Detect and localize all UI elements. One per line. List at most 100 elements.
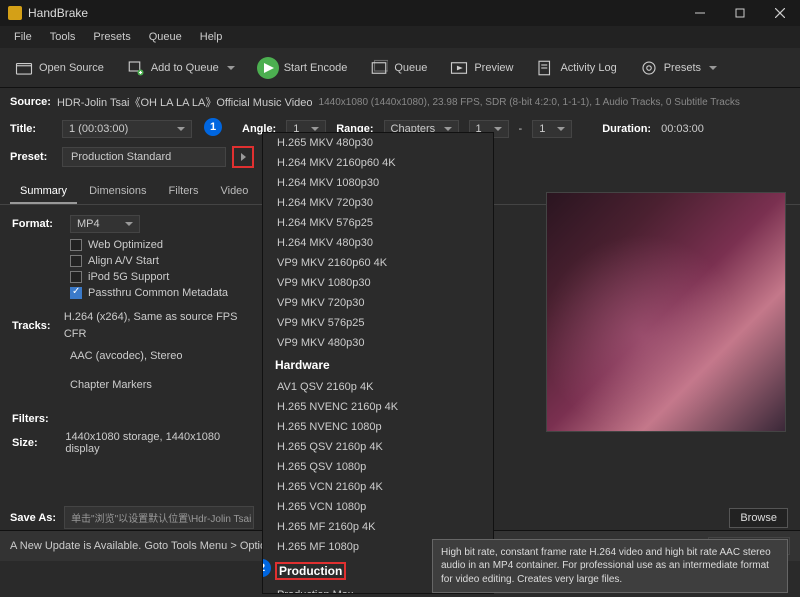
align-av-row[interactable]: Align A/V Start bbox=[70, 255, 242, 267]
preview-label: Preview bbox=[474, 62, 513, 74]
add-to-queue-button[interactable]: Add to Queue bbox=[118, 55, 243, 81]
tab-summary[interactable]: Summary bbox=[10, 180, 77, 204]
preset-item[interactable]: H.264 MKV 480p30 bbox=[263, 233, 493, 253]
chevron-down-icon bbox=[444, 127, 452, 131]
tracks-line1: H.264 (x264), Same as source FPS CFR bbox=[64, 309, 242, 342]
add-to-queue-label: Add to Queue bbox=[151, 62, 219, 74]
menubar: File Tools Presets Queue Help bbox=[0, 26, 800, 48]
presets-label: Presets bbox=[664, 62, 701, 74]
annotation-badge-2: 2 bbox=[262, 559, 271, 577]
tab-video[interactable]: Video bbox=[210, 180, 258, 204]
preset-value: Production Standard bbox=[71, 151, 171, 163]
tracks-label: Tracks: bbox=[12, 320, 64, 332]
preview-icon bbox=[449, 59, 469, 77]
dash-separator: - bbox=[519, 123, 523, 135]
duration-value: 00:03:00 bbox=[661, 123, 704, 135]
window-controls bbox=[680, 0, 800, 26]
open-source-button[interactable]: Open Source bbox=[6, 55, 112, 81]
chevron-down-icon bbox=[311, 127, 319, 131]
preview-button[interactable]: Preview bbox=[441, 55, 521, 81]
preset-item[interactable]: VP9 MKV 480p30 bbox=[263, 333, 493, 353]
preset-item[interactable]: H.265 VCN 1080p bbox=[263, 497, 493, 517]
title-dropdown[interactable]: 1 (00:03:00) bbox=[62, 120, 192, 138]
format-dropdown[interactable]: MP4 bbox=[70, 215, 140, 233]
preset-item[interactable]: H.264 MKV 1080p30 bbox=[263, 173, 493, 193]
presets-icon bbox=[639, 59, 659, 77]
preset-item[interactable]: H.265 QSV 1080p bbox=[263, 457, 493, 477]
chapter-end-dropdown[interactable]: 1 bbox=[532, 120, 572, 138]
browse-button[interactable]: Browse bbox=[729, 508, 788, 528]
preset-dropdown[interactable]: Production Standard bbox=[62, 147, 226, 167]
passthru-checkbox[interactable] bbox=[70, 287, 82, 299]
start-encode-button[interactable]: Start Encode bbox=[249, 53, 356, 83]
preset-item[interactable]: H.265 NVENC 2160p 4K bbox=[263, 397, 493, 417]
menu-queue[interactable]: Queue bbox=[141, 29, 190, 45]
chevron-down-icon bbox=[709, 66, 717, 70]
start-encode-label: Start Encode bbox=[284, 62, 348, 74]
preset-item[interactable]: H.265 VCN 2160p 4K bbox=[263, 477, 493, 497]
menu-tools[interactable]: Tools bbox=[42, 29, 84, 45]
web-optimized-checkbox[interactable] bbox=[70, 239, 82, 251]
maximize-button[interactable] bbox=[720, 0, 760, 26]
hardware-header: Hardware bbox=[263, 353, 493, 377]
queue-add-icon bbox=[126, 59, 146, 77]
passthru-row[interactable]: Passthru Common Metadata bbox=[70, 287, 242, 299]
preset-item[interactable]: H.264 MKV 2160p60 4K bbox=[263, 153, 493, 173]
preset-item[interactable]: VP9 MKV 2160p60 4K bbox=[263, 253, 493, 273]
menu-help[interactable]: Help bbox=[192, 29, 231, 45]
play-icon bbox=[257, 57, 279, 79]
tab-filters[interactable]: Filters bbox=[159, 180, 209, 204]
preset-item[interactable]: VP9 MKV 1080p30 bbox=[263, 273, 493, 293]
tracks-line3: Chapter Markers bbox=[70, 377, 242, 394]
titlebar: HandBrake bbox=[0, 0, 800, 26]
menu-file[interactable]: File bbox=[6, 29, 40, 45]
chevron-down-icon bbox=[125, 222, 133, 226]
save-as-input[interactable]: 单击"浏览"以设置默认位置\Hdr-Jolin Tsai《Oh La... bbox=[64, 506, 254, 529]
preset-item[interactable]: VP9 MKV 720p30 bbox=[263, 293, 493, 313]
preset-expand-highlight[interactable] bbox=[232, 146, 254, 168]
queue-label: Queue bbox=[394, 62, 427, 74]
folder-icon bbox=[14, 59, 34, 77]
preset-item[interactable]: VP9 MKV 576p25 bbox=[263, 313, 493, 333]
activity-log-button[interactable]: Activity Log bbox=[527, 55, 624, 81]
ipod-row[interactable]: iPod 5G Support bbox=[70, 271, 242, 283]
chevron-down-icon bbox=[557, 127, 565, 131]
minimize-button[interactable] bbox=[680, 0, 720, 26]
format-label: Format: bbox=[12, 218, 70, 230]
chevron-down-icon bbox=[177, 127, 185, 131]
preset-item[interactable]: H.265 QSV 2160p 4K bbox=[263, 437, 493, 457]
filters-label: Filters: bbox=[12, 413, 70, 425]
chevron-down-icon bbox=[227, 66, 235, 70]
queue-button[interactable]: Queue bbox=[361, 55, 435, 81]
align-av-checkbox[interactable] bbox=[70, 255, 82, 267]
activity-log-label: Activity Log bbox=[560, 62, 616, 74]
preset-label: Preset: bbox=[10, 151, 52, 163]
preset-item[interactable]: H.265 MKV 480p30 bbox=[263, 133, 493, 153]
app-icon bbox=[8, 6, 22, 20]
preset-item[interactable]: AV1 QSV 2160p 4K bbox=[263, 377, 493, 397]
preset-item[interactable]: H.264 MKV 720p30 bbox=[263, 193, 493, 213]
toolbar: Open Source Add to Queue Start Encode Qu… bbox=[0, 48, 800, 88]
web-optimized-row[interactable]: Web Optimized bbox=[70, 239, 242, 251]
menu-presets[interactable]: Presets bbox=[85, 29, 138, 45]
preset-popup: H.265 MKV 480p30H.264 MKV 2160p60 4KH.26… bbox=[262, 132, 494, 594]
close-button[interactable] bbox=[760, 0, 800, 26]
preset-item[interactable]: H.264 MKV 576p25 bbox=[263, 213, 493, 233]
source-label: Source: bbox=[10, 96, 51, 108]
duration-label: Duration: bbox=[602, 123, 651, 135]
title-label: Title: bbox=[10, 123, 52, 135]
production-header-highlight: Production bbox=[275, 562, 346, 580]
chevron-down-icon bbox=[494, 127, 502, 131]
ipod-checkbox[interactable] bbox=[70, 271, 82, 283]
preset-item[interactable]: H.265 NVENC 1080p bbox=[263, 417, 493, 437]
annotation-badge-1: 1 bbox=[204, 118, 222, 136]
source-row: Source: HDR-Jolin Tsai《OH LA LA LA》Offic… bbox=[0, 88, 800, 116]
source-meta: 1440x1080 (1440x1080), 23.98 FPS, SDR (8… bbox=[319, 97, 740, 108]
presets-button[interactable]: Presets bbox=[631, 55, 725, 81]
open-source-label: Open Source bbox=[39, 62, 104, 74]
tab-dimensions[interactable]: Dimensions bbox=[79, 180, 156, 204]
video-preview[interactable] bbox=[546, 192, 786, 432]
preset-item[interactable]: H.265 MF 2160p 4K bbox=[263, 517, 493, 537]
queue-icon bbox=[369, 59, 389, 77]
log-icon bbox=[535, 59, 555, 77]
